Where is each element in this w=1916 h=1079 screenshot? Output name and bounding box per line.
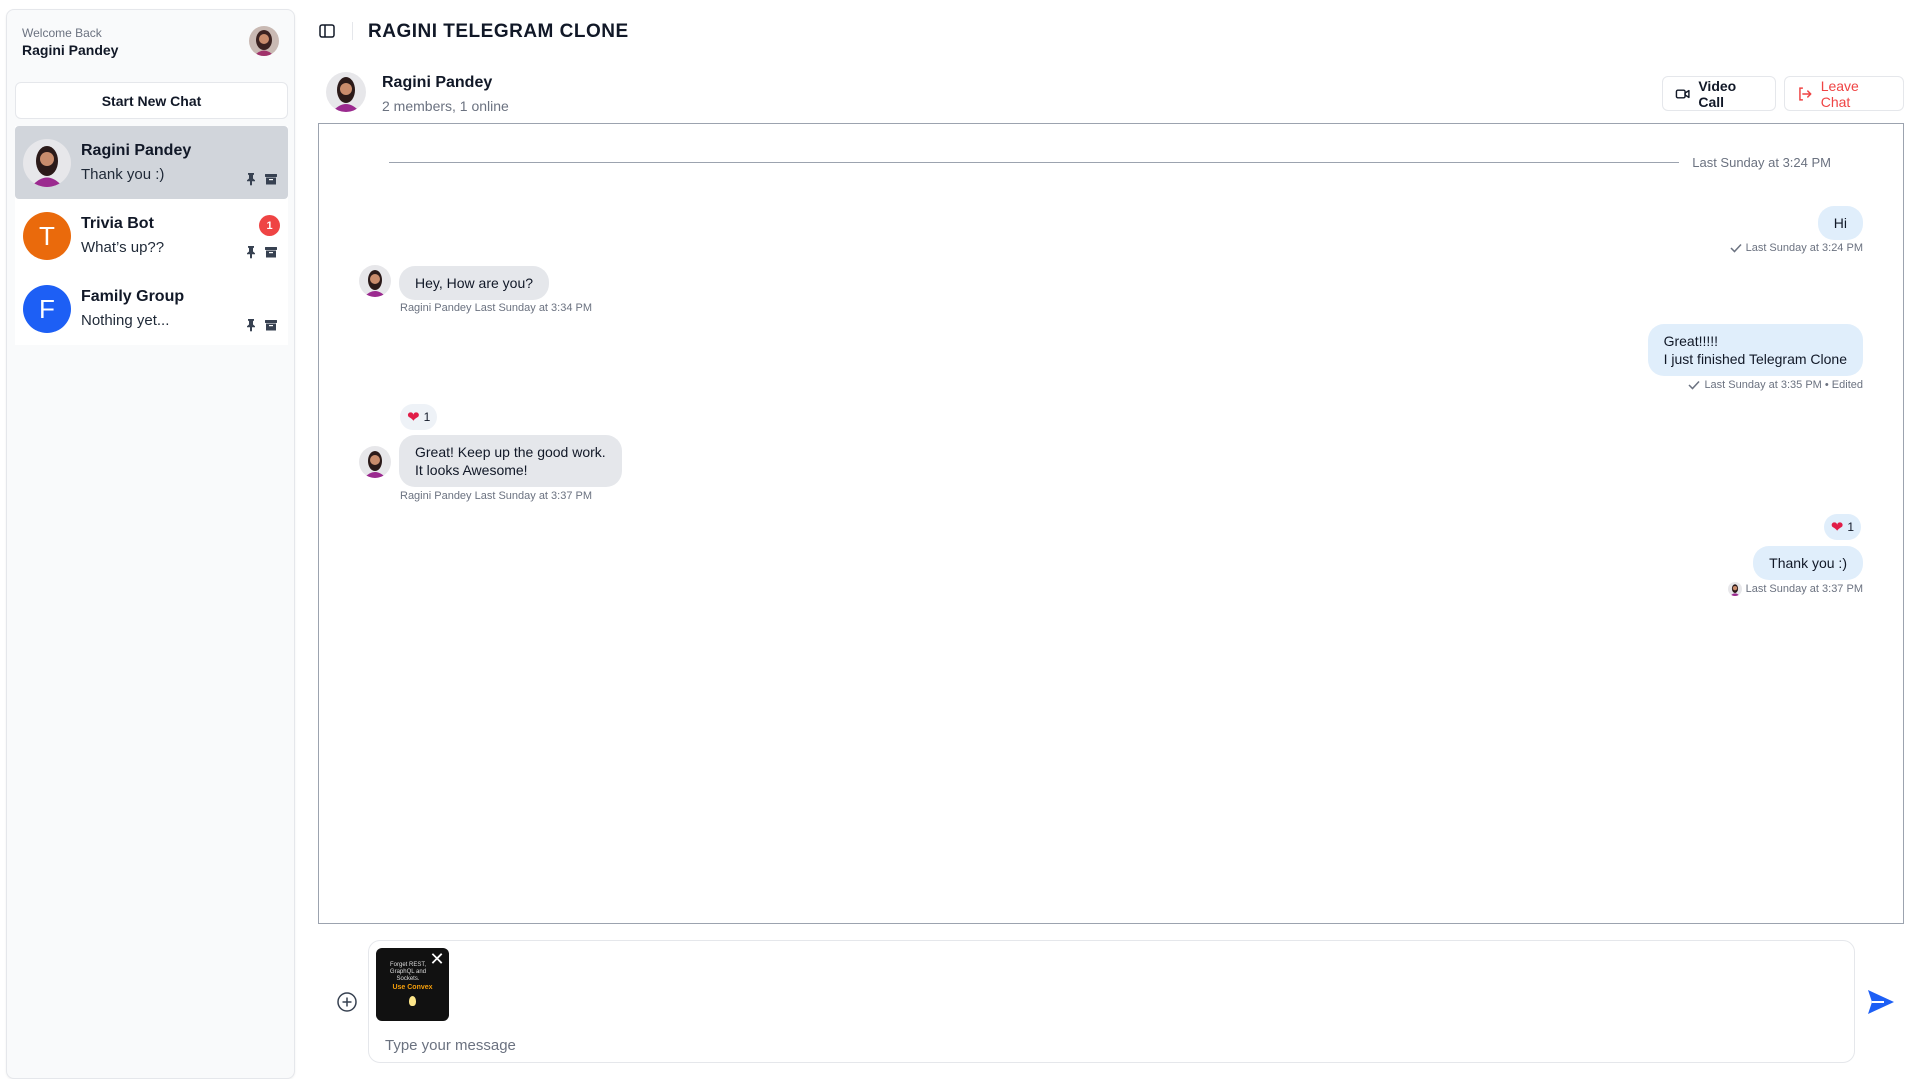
read-receipt-avatar: [1727, 582, 1742, 596]
unread-badge: 1: [259, 215, 280, 236]
current-user-name: Ragini Pandey: [22, 42, 119, 58]
reaction-badge[interactable]: ❤ 1: [1823, 514, 1861, 540]
message-text-line: Great!!!!!: [1663, 333, 1719, 349]
chat-header: Ragini Pandey 2 members, 1 online Video …: [318, 66, 1904, 118]
avatar-photo-icon: [249, 26, 279, 56]
avatar: F: [23, 285, 71, 333]
attachment-cta: Use Convex: [392, 984, 433, 991]
archive-icon[interactable]: [264, 172, 278, 186]
chat-last-message: Thank you :): [81, 166, 165, 183]
avatar-photo-icon: [23, 139, 71, 187]
message-bubble-outgoing[interactable]: Great!!!!! I just finished Telegram Clon…: [1647, 324, 1863, 376]
chat-list-item-ragini-pandey[interactable]: Ragini Pandey Thank you :): [15, 126, 288, 199]
video-call-label: Video Call: [1698, 77, 1737, 110]
avatar: [359, 446, 391, 478]
top-bar: RAGINI TELEGRAM CLONE: [318, 14, 1916, 50]
chat-member-status: 2 members, 1 online: [382, 98, 509, 114]
message-text-line: Great! Keep up the good work.: [415, 444, 606, 460]
divider: [352, 22, 353, 40]
message-bubble-incoming[interactable]: Hey, How are you?: [399, 266, 550, 300]
welcome-label: Welcome Back: [22, 26, 102, 40]
message-text: Thank you :): [1769, 555, 1847, 571]
chat-last-message: What’s up??: [81, 239, 165, 256]
heart-icon: ❤: [407, 409, 420, 426]
archive-icon[interactable]: [264, 318, 278, 332]
chat-name: Ragini Pandey: [81, 142, 192, 159]
leave-chat-button[interactable]: Leave Chat: [1784, 76, 1904, 111]
message-text-line: I just finished Telegram Clone: [1663, 351, 1847, 367]
check-icon: [1730, 243, 1742, 253]
message-bubble-incoming[interactable]: Great! Keep up the good work. It looks A…: [399, 435, 622, 487]
check-icon: [1688, 380, 1700, 390]
sidebar-header: Welcome Back Ragini Pandey: [7, 10, 294, 74]
date-divider-label: Last Sunday at 3:24 PM: [1692, 155, 1831, 170]
archive-icon[interactable]: [264, 245, 278, 259]
message-input[interactable]: [385, 1035, 1825, 1055]
message-composer: Forget REST, GraphQL and Sockets. Use Co…: [368, 940, 1855, 1063]
message-meta: Ragini Pandey Last Sunday at 3:34 PM: [400, 302, 592, 314]
message-meta: Last Sunday at 3:24 PM: [1730, 242, 1863, 254]
reaction-count: 1: [423, 410, 431, 424]
reaction-badge[interactable]: ❤ 1: [400, 404, 438, 430]
message-list[interactable]: Last Sunday at 3:24 PM Hi Last Sunday at…: [318, 123, 1904, 924]
app-root: Welcome Back Ragini Pandey Start New Cha…: [0, 0, 1916, 1079]
message-meta: Ragini Pandey Last Sunday at 3:37 PM: [400, 490, 592, 502]
video-call-button[interactable]: Video Call: [1662, 76, 1776, 111]
avatar: [359, 265, 391, 297]
message-time: Ragini Pandey Last Sunday at 3:34 PM: [400, 302, 593, 314]
message-time: Last Sunday at 3:24 PM: [1745, 242, 1863, 254]
logout-icon: [1799, 86, 1812, 101]
chat-name: Trivia Bot: [81, 215, 154, 232]
message-bubble-outgoing[interactable]: Thank you :): [1753, 546, 1863, 580]
avatar-photo-icon: [359, 265, 391, 297]
chat-last-message: Nothing yet...: [81, 312, 170, 329]
avatar: T: [23, 212, 71, 260]
message-text: Hey, How are you?: [415, 275, 534, 291]
avatar-letter: F: [39, 293, 55, 324]
pin-icon[interactable]: [244, 318, 258, 332]
attachment-caption: Forget REST, GraphQL and Sockets.: [389, 962, 427, 982]
date-divider-line: [389, 162, 1679, 163]
chat-name: Family Group: [81, 288, 185, 305]
message-bubble-outgoing[interactable]: Hi: [1817, 206, 1863, 240]
message-time: Last Sunday at 3:37 PM: [1745, 583, 1863, 595]
avatar: [23, 139, 71, 187]
avatar-photo-icon: [1727, 582, 1742, 596]
start-new-chat-button[interactable]: Start New Chat: [15, 82, 288, 119]
video-camera-icon: [1675, 88, 1690, 99]
message-text: Hi: [1833, 215, 1847, 231]
add-attachment-icon[interactable]: [336, 991, 358, 1013]
pin-icon[interactable]: [244, 245, 258, 259]
leave-chat-label: Leave Chat: [1820, 77, 1859, 110]
avatar[interactable]: [326, 72, 366, 112]
message-time: Ragini Pandey Last Sunday at 3:37 PM: [400, 490, 593, 502]
message-text-line: It looks Awesome!: [415, 462, 528, 478]
sidebar: Welcome Back Ragini Pandey Start New Cha…: [6, 9, 295, 1079]
message-meta: Last Sunday at 3:37 PM: [1727, 582, 1863, 596]
reaction-count: 1: [1847, 520, 1854, 534]
remove-attachment-icon[interactable]: ✕: [428, 950, 446, 968]
attachment-preview[interactable]: Forget REST, GraphQL and Sockets. Use Co…: [376, 948, 449, 1021]
user-avatar[interactable]: [249, 26, 279, 56]
chat-list-item-trivia-bot[interactable]: T Trivia Bot What’s up?? 1: [15, 199, 288, 272]
message-time: Last Sunday at 3:35 PM • Edited: [1704, 379, 1863, 391]
pin-icon[interactable]: [244, 172, 258, 186]
avatar-photo-icon: [326, 72, 366, 112]
lightbulb-icon: [409, 996, 416, 1006]
avatar-photo-icon: [359, 446, 391, 478]
page-title: RAGINI TELEGRAM CLONE: [368, 21, 629, 42]
message-meta: Last Sunday at 3:35 PM • Edited: [1688, 379, 1863, 391]
chat-list: Ragini Pandey Thank you :) T Trivia Bot …: [15, 126, 288, 345]
heart-icon: ❤: [1830, 519, 1844, 536]
avatar-letter: T: [39, 220, 55, 251]
chat-list-item-family-group[interactable]: F Family Group Nothing yet...: [15, 272, 288, 345]
send-icon[interactable]: [1866, 988, 1896, 1016]
sidebar-toggle-icon[interactable]: [318, 22, 336, 40]
chat-title: Ragini Pandey: [382, 74, 493, 91]
